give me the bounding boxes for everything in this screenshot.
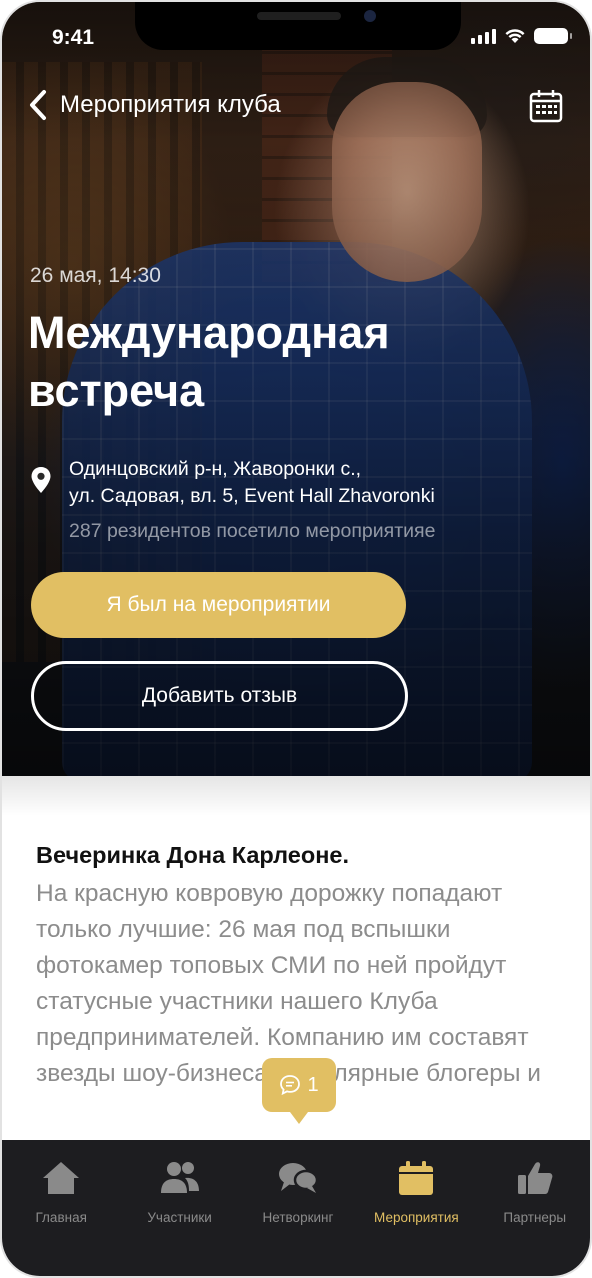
add-review-button[interactable]: Добавить отзыв: [31, 661, 408, 731]
visitors-count: 287 резидентов посетило мероприятияе: [69, 520, 436, 542]
location-line-1: Одинцовский р-н, Жаворонки с.,: [69, 458, 362, 480]
back-button[interactable]: Мероприятия клуба: [28, 88, 281, 122]
event-title: Международная встреча: [28, 307, 390, 416]
chat-bubbles-icon: [278, 1163, 319, 1193]
tab-events-label: Мероприятия: [374, 1210, 459, 1225]
event-location: Одинцовский р-н, Жаворонки с., ул. Садов…: [69, 456, 569, 510]
attended-button[interactable]: Я был на мероприятии: [31, 572, 406, 638]
calendar-icon: [399, 1161, 434, 1195]
event-hero: 9:41 Мероприятия клуба 26 мая, 14:30 Меж…: [2, 2, 590, 776]
comment-icon: [280, 1075, 301, 1096]
location-line-2: ул. Садовая, вл. 5, Event Hall Zhavoronk…: [69, 485, 435, 507]
people-icon: [160, 1162, 199, 1193]
tab-members[interactable]: Участники: [120, 1140, 238, 1276]
tab-partners-label: Партнеры: [503, 1210, 567, 1225]
back-label: Мероприятия клуба: [60, 91, 281, 118]
comments-count: 1: [307, 1073, 319, 1096]
wifi-icon: [505, 29, 525, 43]
comments-button[interactable]: 1: [262, 1058, 336, 1124]
tab-home[interactable]: Главная: [2, 1140, 120, 1276]
event-date: 26 мая, 14:30: [30, 264, 161, 287]
description-title: Вечеринка Дона Карлеоне.: [36, 842, 350, 868]
home-icon: [43, 1162, 80, 1194]
battery-icon: [534, 28, 572, 44]
tab-networking[interactable]: Нетворкинг: [239, 1140, 357, 1276]
location-pin-icon: [31, 467, 51, 493]
tab-home-label: Главная: [35, 1210, 87, 1225]
tab-networking-label: Нетворкинг: [262, 1210, 334, 1225]
content-shadow: [2, 776, 590, 816]
tab-members-label: Участники: [147, 1210, 212, 1225]
status-time: 9:41: [52, 26, 95, 49]
tab-bar: Главная Участники Нетворкинг Мероприятия…: [2, 1140, 590, 1276]
calendar-icon[interactable]: [528, 88, 564, 124]
notch-speaker: [257, 12, 341, 20]
notch-camera: [364, 10, 376, 22]
phone-screen: 9:41 Мероприятия клуба 26 мая, 14:30 Меж…: [0, 0, 592, 1278]
device-notch: [135, 2, 461, 50]
chevron-left-icon: [28, 88, 52, 122]
status-icons: [471, 28, 572, 44]
tab-partners[interactable]: Партнеры: [476, 1140, 590, 1276]
tab-events[interactable]: Мероприятия: [357, 1140, 475, 1276]
thumbs-up-icon: [517, 1162, 553, 1194]
signal-icon: [471, 28, 496, 44]
